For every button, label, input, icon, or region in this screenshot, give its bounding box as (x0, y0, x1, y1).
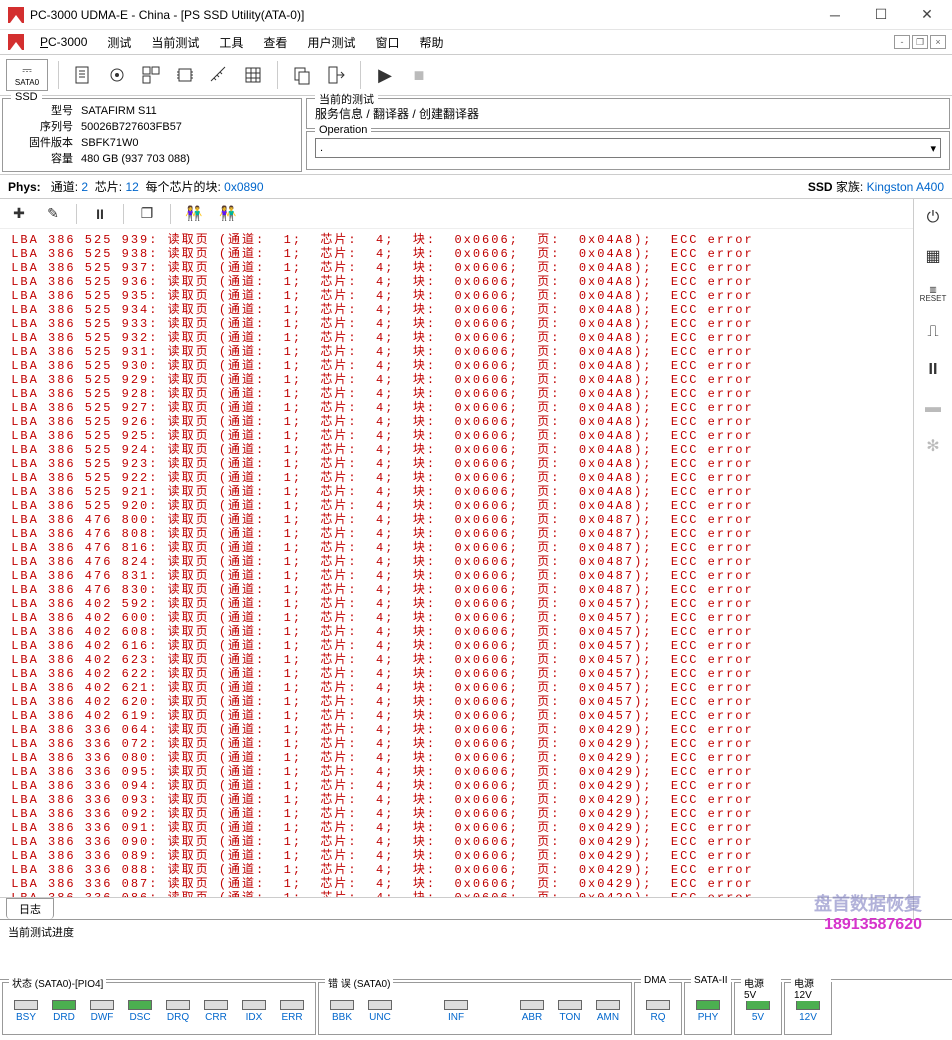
ssd-firmware: SBFK71W0 (81, 135, 295, 151)
side-toolbar: ⏻ ▦ ▥RESET ⎍ II ▬ ✻ (914, 199, 952, 919)
ssd-family: Kingston A400 (867, 180, 944, 194)
tool-exit-icon[interactable] (322, 61, 350, 89)
tool-chip-icon[interactable] (171, 61, 199, 89)
stop-button[interactable]: ■ (405, 61, 433, 89)
mdi-restore[interactable]: ❐ (912, 35, 928, 49)
tool-page-icon[interactable] (69, 61, 97, 89)
tool-grid-icon[interactable] (239, 61, 267, 89)
sata-port-button[interactable]: ⎓SATA0 (6, 59, 48, 91)
status-group-g5: 电源 5V5V (734, 982, 782, 1035)
chevron-down-icon: ▾ (930, 142, 936, 155)
log-area: ✚ ✎ II ❐ 👫 👫 LBA 386 525 939: 读取页 (通道: 1… (0, 199, 914, 919)
status-group-g2: 错 误 (SATA0)BBKUNCINFABRTONAMN (318, 982, 632, 1035)
led-blank (477, 1006, 511, 1018)
menu-5[interactable]: 用户测试 (297, 31, 365, 54)
play-button[interactable]: ▶ (371, 61, 399, 89)
main-toolbar: ⎓SATA0 ▶ ■ (0, 54, 952, 96)
tool-copy-icon[interactable] (288, 61, 316, 89)
watermark: 盘首数据恢复 18913587620 (814, 890, 922, 934)
status-group-g1: 状态 (SATA0)-[PIO4]BSYDRDDWFDSCDRQCRRIDXER… (2, 982, 316, 1035)
ssd-serial: 50026B727603FB57 (81, 119, 295, 135)
log-save-icon[interactable]: ✎ (42, 203, 64, 225)
tool-ruler-icon[interactable] (205, 61, 233, 89)
window-title: PC-3000 UDMA-E - China - [PS SSD Utility… (30, 8, 812, 22)
led-12V: 12V (791, 1000, 825, 1023)
led-BSY: BSY (9, 1000, 43, 1023)
led-DSC: DSC (123, 1000, 157, 1023)
led-DRD: DRD (47, 1000, 81, 1023)
status-bar: 状态 (SATA0)-[PIO4]BSYDRDDWFDSCDRQCRRIDXER… (0, 979, 952, 1037)
log-find-next-icon[interactable]: 👫 (217, 203, 239, 225)
side-power-icon[interactable]: ⏻ (920, 205, 946, 231)
operation-select[interactable]: .▾ (315, 138, 941, 158)
ssd-model: SATAFIRM S11 (81, 103, 295, 119)
ssd-legend: SSD (11, 91, 42, 103)
status-group-g4: SATA-IIPHY (684, 982, 732, 1035)
menu-2[interactable]: 当前测试 (141, 31, 209, 54)
status-group-g3: DMARQ (634, 982, 682, 1035)
menu-3[interactable]: 工具 (209, 31, 253, 54)
led-IDX: IDX (237, 1000, 271, 1023)
minimize-button[interactable]: ─ (812, 0, 858, 30)
led-blank (401, 1006, 435, 1018)
log-toolbar: ✚ ✎ II ❐ 👫 👫 (0, 199, 913, 229)
led-5V: 5V (741, 1000, 775, 1023)
led-PHY: PHY (691, 1000, 725, 1023)
led-RQ: RQ (641, 1000, 675, 1023)
progress-panel: 当前测试进度 (0, 919, 952, 979)
led-AMN: AMN (591, 1000, 625, 1023)
ssd-info-panel: SSD 型号SATAFIRM S11 序列号50026B727603FB57 固… (2, 98, 302, 172)
mdi-minimize[interactable]: - (894, 35, 910, 49)
led-DRQ: DRQ (161, 1000, 195, 1023)
menu-4[interactable]: 查看 (253, 31, 297, 54)
status-group-g6: 电源 12V12V (784, 982, 832, 1035)
ssd-capacity: 480 GB (937 703 088) (81, 151, 295, 167)
side-reset-icon[interactable]: ▥RESET (920, 281, 946, 307)
led-ERR: ERR (275, 1000, 309, 1023)
titlebar: PC-3000 UDMA-E - China - [PS SSD Utility… (0, 0, 952, 30)
menu-7[interactable]: 帮助 (409, 31, 453, 54)
side-settings-icon[interactable]: ✻ (920, 433, 946, 459)
current-test-panel: 当前的测试 服务信息 / 翻译器 / 创建翻译器 (306, 98, 950, 129)
phys-bar: Phys: 通道: 2 芯片: 12 每个芯片的块: 0x0890 SSD 家族… (0, 175, 952, 199)
current-test-text: 服务信息 / 翻译器 / 创建翻译器 (315, 107, 479, 121)
side-connector-icon[interactable]: ⎍ (920, 319, 946, 345)
log-body[interactable]: LBA 386 525 939: 读取页 (通道: 1; 芯片: 4; 块: 0… (0, 229, 913, 897)
tool-modules-icon[interactable] (137, 61, 165, 89)
maximize-button[interactable]: ☐ (858, 0, 904, 30)
led-DWF: DWF (85, 1000, 119, 1023)
log-pause-icon[interactable]: II (89, 203, 111, 225)
log-find-icon[interactable]: 👫 (183, 203, 205, 225)
app-icon (8, 7, 24, 23)
led-TON: TON (553, 1000, 587, 1023)
operation-panel: Operation .▾ (306, 131, 950, 170)
side-chip-icon[interactable]: ▦ (920, 243, 946, 269)
log-add-icon[interactable]: ✚ (8, 203, 30, 225)
led-CRR: CRR (199, 1000, 233, 1023)
side-chip2-icon[interactable]: ▬ (920, 395, 946, 421)
progress-label: 当前测试进度 (8, 927, 74, 939)
menubar: PC-3000测试当前测试工具查看用户测试窗口帮助 - ❐ × (0, 30, 952, 54)
tool-gear-icon[interactable] (103, 61, 131, 89)
log-copy-icon[interactable]: ❐ (136, 203, 158, 225)
led-BBK: BBK (325, 1000, 359, 1023)
close-button[interactable]: ✕ (904, 0, 950, 30)
side-pause-icon[interactable]: II (920, 357, 946, 383)
tab-log[interactable]: 日志 (6, 898, 54, 919)
led-INF: INF (439, 1000, 473, 1023)
mdi-close[interactable]: × (930, 35, 946, 49)
led-UNC: UNC (363, 1000, 397, 1023)
led-ABR: ABR (515, 1000, 549, 1023)
menu-6[interactable]: 窗口 (365, 31, 409, 54)
menu-0[interactable]: PC-3000 (30, 32, 97, 52)
mdi-icon (8, 34, 24, 50)
menu-1[interactable]: 测试 (97, 31, 141, 54)
